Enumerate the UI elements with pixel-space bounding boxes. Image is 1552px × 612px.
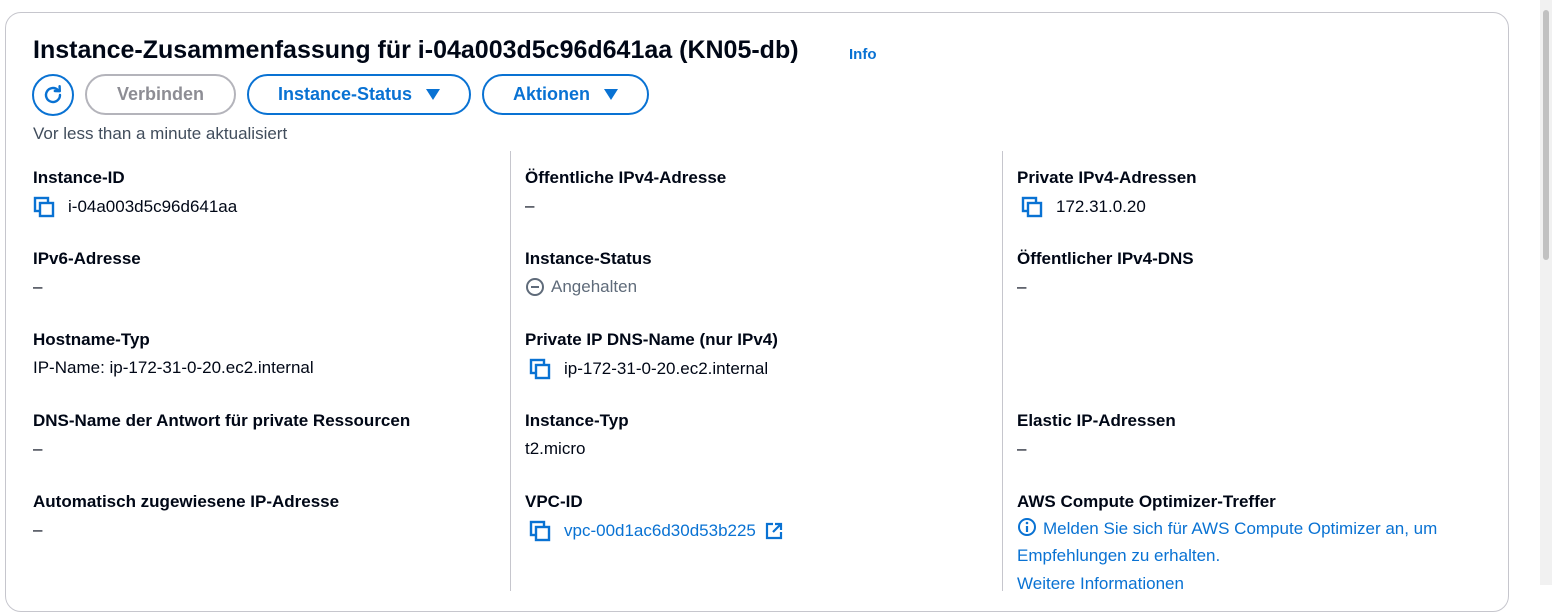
field-dns-answer: DNS-Name der Antwort für private Ressour… (33, 411, 410, 459)
field-public-ipv4: Öffentliche IPv4-Adresse – (525, 168, 726, 216)
field-value: – (1017, 277, 1027, 296)
field-label: Private IPv4-Adressen (1017, 168, 1197, 187)
field-value: 172.31.0.20 (1017, 196, 1197, 218)
refresh-icon (44, 85, 62, 104)
field-label: Private IP DNS-Name (nur IPv4) (525, 330, 778, 349)
actions-button[interactable]: Aktionen (482, 74, 649, 115)
connect-button-label: Verbinden (116, 84, 205, 104)
field-label: DNS-Name der Antwort für private Ressour… (33, 411, 411, 430)
more-info-link[interactable]: Weitere Informationen (1017, 574, 1184, 594)
field-compute-optimizer: AWS Compute Optimizer-Treffer Melden Sie… (1017, 492, 1482, 569)
field-label: Instance-ID (33, 168, 125, 187)
copy-icon[interactable] (529, 520, 551, 542)
field-public-dns: Öffentlicher IPv4-DNS – (1017, 249, 1194, 297)
actions-button-label: Aktionen (512, 84, 590, 104)
field-label: AWS Compute Optimizer-Treffer (1017, 492, 1276, 511)
copy-icon[interactable] (529, 358, 551, 380)
instance-status-value: Angehalten (551, 277, 638, 296)
page-title: Instance-Zusammenfassung für i-04a003d5c… (33, 36, 799, 64)
field-elastic-ip: Elastic IP-Adressen – (1017, 411, 1176, 459)
field-value: – (1017, 439, 1027, 458)
field-instance-id: Instance-ID i-04a003d5c96d641aa (33, 168, 237, 218)
field-value: i-04a003d5c96d641aa (33, 196, 237, 218)
field-value: – (33, 439, 43, 458)
last-updated-text: Vor less than a minute aktualisiert (33, 124, 288, 143)
field-private-ipv4: Private IPv4-Adressen 172.31.0.20 (1017, 168, 1197, 218)
field-value: IP-Name: ip-172-31-0-20.ec2.internal (33, 358, 314, 377)
optimizer-opt-in-link[interactable]: Melden Sie sich für AWS Compute Optimize… (1017, 515, 1482, 569)
field-label: Öffentlicher IPv4-DNS (1017, 249, 1194, 268)
field-value: vpc-00d1ac6d30d53b225 (525, 520, 784, 542)
field-value: ip-172-31-0-20.ec2.internal (525, 358, 778, 380)
optimizer-opt-in-text: Melden Sie sich für AWS Compute Optimize… (1017, 519, 1438, 565)
instance-status-button[interactable]: Instance-Status (247, 74, 471, 115)
field-instance-type: Instance-Typ t2.micro (525, 411, 629, 459)
field-label: Öffentliche IPv4-Adresse (525, 168, 727, 187)
refresh-button[interactable] (32, 74, 74, 116)
field-value: – (33, 277, 43, 296)
field-label: Elastic IP-Adressen (1017, 411, 1176, 430)
vpc-id-link[interactable]: vpc-00d1ac6d30d53b225 (564, 521, 756, 541)
connect-button[interactable]: Verbinden (85, 74, 236, 115)
caret-down-icon (426, 89, 441, 100)
field-value: – (525, 196, 535, 215)
field-value: Angehalten (525, 277, 652, 297)
field-label: IPv6-Adresse (33, 249, 141, 268)
field-label: Automatisch zugewiesene IP-Adresse (33, 492, 340, 511)
field-label: VPC-ID (525, 492, 583, 511)
copy-icon[interactable] (33, 196, 55, 218)
instance-id-value: i-04a003d5c96d641aa (68, 197, 238, 216)
field-instance-status: Instance-Status Angehalten (525, 249, 652, 297)
field-auto-ip: Automatisch zugewiesene IP-Adresse – (33, 492, 339, 540)
info-icon (1018, 518, 1036, 536)
copy-icon[interactable] (1021, 196, 1043, 218)
private-ipv4-value: 172.31.0.20 (1056, 197, 1146, 216)
field-value: t2.micro (525, 439, 586, 458)
instance-status-button-label: Instance-Status (277, 84, 413, 104)
caret-down-icon (604, 89, 618, 100)
field-hostname-type: Hostname-Typ IP-Name: ip-172-31-0-20.ec2… (33, 330, 314, 378)
external-link-icon (765, 522, 782, 540)
field-value: – (33, 520, 43, 539)
field-vpc-id: VPC-ID vpc-00d1ac6d30d53b225 (525, 492, 784, 542)
scrollbar[interactable] (1540, 0, 1552, 585)
field-label: Instance-Status (525, 249, 652, 268)
field-label: Hostname-Typ (33, 330, 150, 349)
field-label: Instance-Typ (525, 411, 629, 430)
column-divider (510, 151, 511, 591)
field-ipv6: IPv6-Adresse – (33, 249, 141, 297)
stopped-status-icon (526, 278, 544, 296)
column-divider (1002, 151, 1003, 591)
scrollbar-thumb[interactable] (1543, 10, 1549, 260)
private-dns-value: ip-172-31-0-20.ec2.internal (564, 359, 769, 378)
field-private-dns: Private IP DNS-Name (nur IPv4) ip-172-31… (525, 330, 778, 380)
info-link[interactable]: Info (849, 46, 877, 63)
